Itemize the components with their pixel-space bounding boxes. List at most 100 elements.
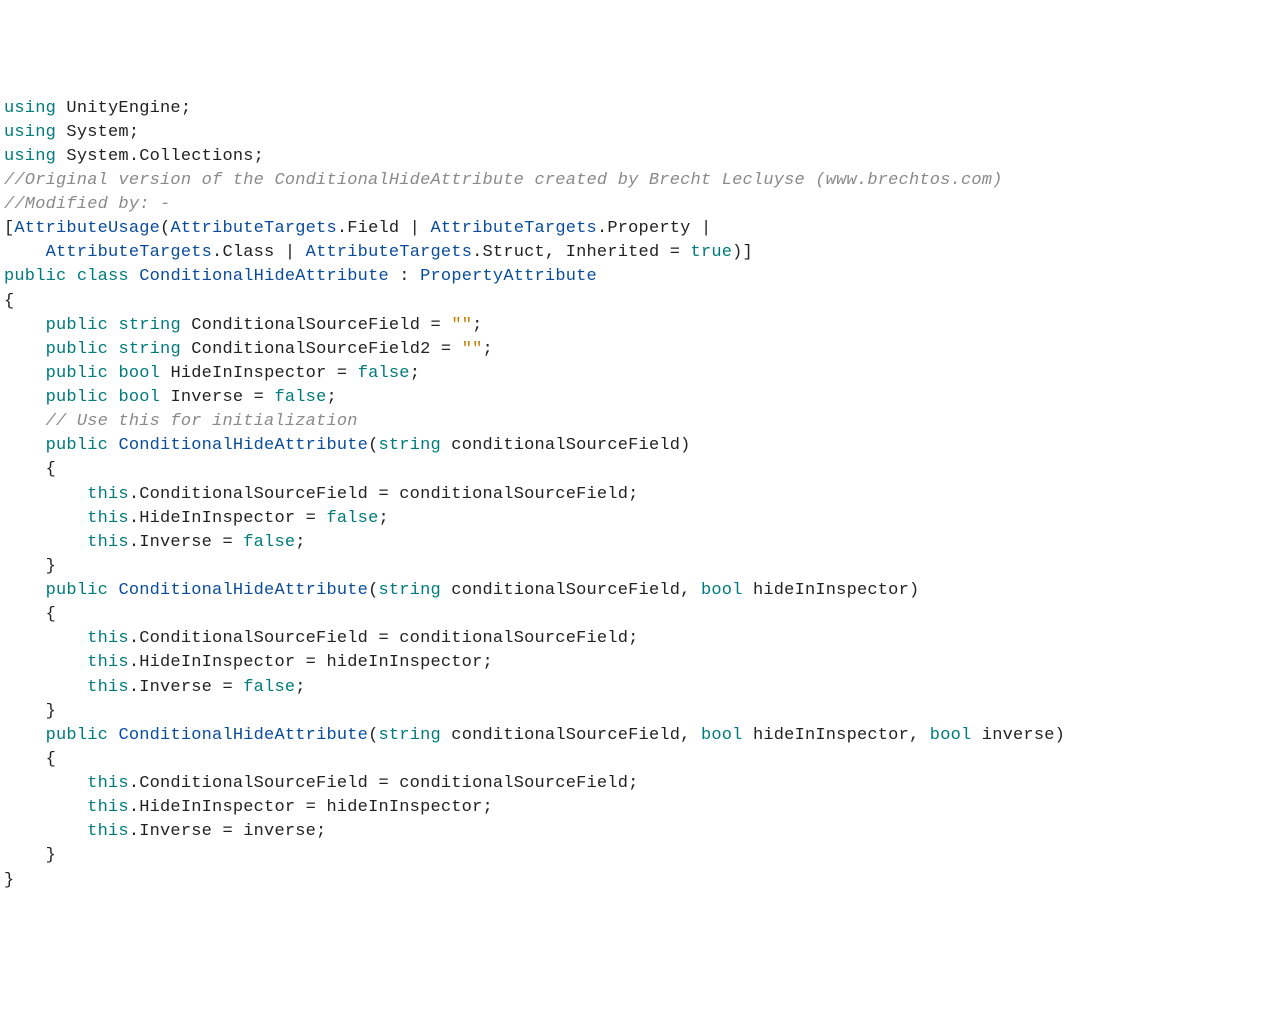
- code-token: .Field |: [337, 219, 431, 238]
- code-token: string: [118, 316, 180, 335]
- code-line: public ConditionalHideAttribute(string c…: [4, 579, 1276, 603]
- code-token: public: [46, 436, 108, 455]
- code-token: [108, 436, 118, 455]
- code-token: )]: [732, 243, 753, 262]
- code-token: {: [4, 460, 56, 479]
- code-token: false: [243, 533, 295, 552]
- code-token: }: [4, 702, 56, 721]
- code-token: [108, 726, 118, 745]
- code-token: [4, 822, 87, 841]
- code-token: "": [451, 316, 472, 335]
- code-token: [4, 364, 46, 383]
- code-token: ;: [326, 388, 336, 407]
- code-line: // Use this for initialization: [4, 410, 1276, 434]
- code-line: }: [4, 700, 1276, 724]
- code-token: {: [4, 605, 56, 624]
- code-token: {: [4, 292, 14, 311]
- code-token: ;: [472, 316, 482, 335]
- code-token: false: [243, 678, 295, 697]
- code-token: string: [378, 581, 440, 600]
- code-token: [66, 267, 76, 286]
- code-token: conditionalSourceField,: [441, 581, 701, 600]
- code-token: .HideInInspector = hideInInspector;: [129, 653, 493, 672]
- code-token: ConditionalSourceField2 =: [181, 340, 462, 359]
- code-token: }: [4, 846, 56, 865]
- code-token: ConditionalHideAttribute: [118, 581, 368, 600]
- code-token: class: [77, 267, 129, 286]
- code-line: public string ConditionalSourceField2 = …: [4, 338, 1276, 362]
- code-line: using System.Collections;: [4, 145, 1276, 169]
- code-line: {: [4, 458, 1276, 482]
- code-token: //Modified by: -: [4, 195, 170, 214]
- code-line: public string ConditionalSourceField = "…: [4, 314, 1276, 338]
- code-line: {: [4, 603, 1276, 627]
- code-token: .ConditionalSourceField = conditionalSou…: [129, 485, 639, 504]
- code-token: ConditionalSourceField =: [181, 316, 451, 335]
- code-token: System;: [56, 123, 139, 142]
- code-token: ;: [410, 364, 420, 383]
- code-token: public: [46, 364, 108, 383]
- code-token: Inverse =: [160, 388, 274, 407]
- code-token: ;: [295, 533, 305, 552]
- code-token: public: [46, 316, 108, 335]
- code-token: this: [87, 678, 129, 697]
- code-token: [4, 243, 46, 262]
- code-token: [4, 316, 46, 335]
- code-token: string: [378, 436, 440, 455]
- code-token: conditionalSourceField): [441, 436, 691, 455]
- code-token: [4, 340, 46, 359]
- code-token: [: [4, 219, 14, 238]
- code-token: conditionalSourceField,: [441, 726, 701, 745]
- code-line: public ConditionalHideAttribute(string c…: [4, 434, 1276, 458]
- code-token: ConditionalHideAttribute: [139, 267, 389, 286]
- code-token: this: [87, 509, 129, 528]
- code-token: "": [462, 340, 483, 359]
- code-token: }: [4, 871, 14, 890]
- code-token: HideInInspector =: [160, 364, 358, 383]
- code-token: }: [4, 557, 56, 576]
- code-line: }: [4, 869, 1276, 893]
- code-token: ;: [378, 509, 388, 528]
- code-token: [108, 581, 118, 600]
- code-token: [108, 364, 118, 383]
- code-line: this.ConditionalSourceField = conditiona…: [4, 483, 1276, 507]
- code-token: [4, 629, 87, 648]
- code-token: [4, 774, 87, 793]
- code-token: [108, 388, 118, 407]
- code-token: [4, 388, 46, 407]
- code-token: .Inverse = inverse;: [129, 822, 327, 841]
- code-token: using: [4, 147, 56, 166]
- code-line: AttributeTargets.Class | AttributeTarget…: [4, 241, 1276, 265]
- code-token: false: [358, 364, 410, 383]
- code-token: UnityEngine;: [56, 99, 191, 118]
- code-token: [4, 726, 46, 745]
- code-line: this.HideInInspector = hideInInspector;: [4, 651, 1276, 675]
- code-token: (: [160, 219, 170, 238]
- code-token: false: [274, 388, 326, 407]
- code-token: {: [4, 750, 56, 769]
- code-token: bool: [701, 726, 743, 745]
- code-line: }: [4, 844, 1276, 868]
- code-line: }: [4, 555, 1276, 579]
- code-token: AttributeTargets: [46, 243, 212, 262]
- code-token: [4, 581, 46, 600]
- code-token: true: [691, 243, 733, 262]
- code-token: this: [87, 653, 129, 672]
- code-token: .HideInInspector =: [129, 509, 327, 528]
- code-token: hideInInspector): [743, 581, 920, 600]
- code-token: using: [4, 123, 56, 142]
- code-line: public class ConditionalHideAttribute : …: [4, 265, 1276, 289]
- code-token: AttributeTargets: [170, 219, 336, 238]
- code-token: this: [87, 533, 129, 552]
- code-token: this: [87, 798, 129, 817]
- code-token: [4, 436, 46, 455]
- code-line: this.ConditionalSourceField = conditiona…: [4, 772, 1276, 796]
- code-token: System.Collections;: [56, 147, 264, 166]
- code-line: {: [4, 748, 1276, 772]
- code-token: AttributeTargets: [431, 219, 597, 238]
- code-token: this: [87, 485, 129, 504]
- code-token: hideInInspector,: [743, 726, 930, 745]
- code-token: ;: [295, 678, 305, 697]
- code-token: [108, 316, 118, 335]
- code-token: public: [46, 581, 108, 600]
